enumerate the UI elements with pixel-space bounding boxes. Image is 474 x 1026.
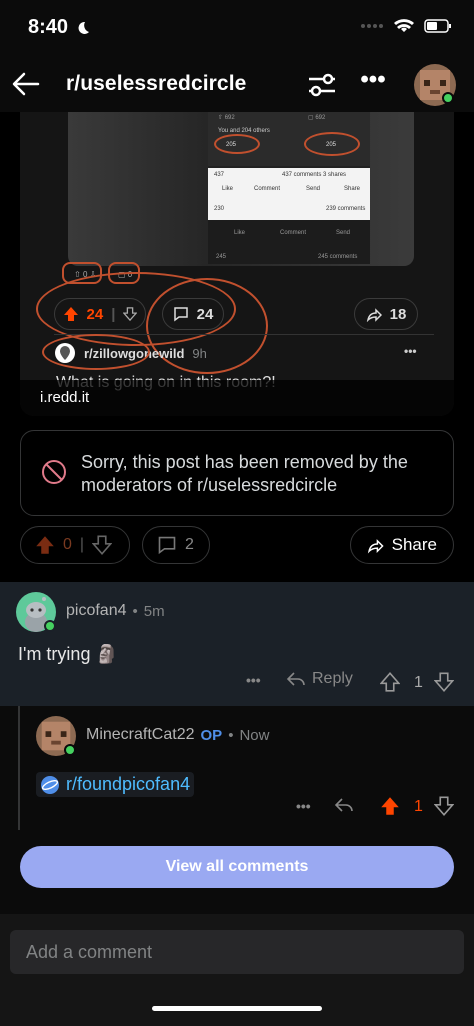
upvote-icon[interactable] bbox=[380, 672, 400, 692]
share-button[interactable]: Share bbox=[350, 526, 454, 564]
inner-comments-pill: 24 bbox=[162, 298, 224, 330]
top-bar: r/uselessredcircle ••• bbox=[0, 58, 474, 112]
op-badge: OP bbox=[200, 726, 223, 744]
embedded-screenshot: ⇧ 692 ▢ 692 You and 204 others 205 205 4… bbox=[208, 112, 370, 264]
comments-button[interactable]: 2 bbox=[142, 526, 210, 564]
upvote-icon bbox=[63, 307, 78, 321]
post-image[interactable]: ⇧ 692 ▢ 692 You and 204 others 205 205 4… bbox=[20, 112, 454, 416]
vote-pill: 0 | bbox=[20, 526, 130, 564]
planet-icon bbox=[41, 775, 59, 794]
inner-share-pill: 18 bbox=[354, 298, 418, 330]
moon-icon bbox=[78, 21, 90, 34]
online-indicator bbox=[44, 620, 56, 632]
home-indicator bbox=[152, 1006, 322, 1011]
red-circle bbox=[42, 334, 150, 370]
reply-icon[interactable] bbox=[334, 796, 354, 814]
comment-meta: MinecraftCat22 OP • Now bbox=[86, 726, 270, 744]
image-screenshot: ⇧ 692 ▢ 692 You and 204 others 205 205 4… bbox=[68, 112, 414, 266]
downvote-icon[interactable] bbox=[434, 672, 454, 692]
comment-item-reply: MinecraftCat22 OP • Now r/foundpicofan4 … bbox=[0, 706, 474, 830]
comment-more-icon[interactable]: ••• bbox=[246, 672, 261, 688]
upvote-icon[interactable] bbox=[35, 535, 55, 555]
downvote-icon[interactable] bbox=[434, 796, 454, 816]
downvote-icon[interactable] bbox=[92, 535, 113, 555]
ban-icon bbox=[42, 460, 66, 484]
red-circle bbox=[214, 134, 260, 154]
subreddit-title[interactable]: r/uselessredcircle bbox=[66, 72, 246, 96]
add-comment-input[interactable]: Add a comment bbox=[10, 930, 464, 974]
more-options-icon[interactable]: ••• bbox=[358, 68, 388, 100]
comment-meta: picofan4 • 5m bbox=[66, 602, 165, 620]
bottom-area: View all comments Add a comment bbox=[0, 830, 474, 1026]
wifi-icon bbox=[394, 19, 414, 32]
inner-more-icon: ••• bbox=[404, 344, 417, 358]
status-icons bbox=[360, 18, 452, 34]
comment-item: picofan4 • 5m I'm trying 🗿 ••• Reply 1 bbox=[0, 582, 474, 706]
status-time: 8:40 bbox=[28, 16, 90, 39]
battery-icon bbox=[424, 19, 451, 33]
inner-vote-pill: 24 | bbox=[54, 298, 146, 330]
online-indicator bbox=[442, 92, 454, 104]
comment-author[interactable]: picofan4 bbox=[66, 602, 127, 620]
status-bar: 8:40 bbox=[0, 0, 474, 58]
view-all-comments-button[interactable]: View all comments bbox=[20, 846, 454, 888]
upvote-icon[interactable] bbox=[380, 796, 400, 816]
subreddit-link[interactable]: r/foundpicofan4 bbox=[36, 772, 195, 797]
red-circle bbox=[304, 132, 360, 156]
comment-more-icon[interactable]: ••• bbox=[296, 798, 311, 814]
downvote-icon bbox=[123, 307, 138, 322]
online-indicator bbox=[64, 744, 76, 756]
share-icon bbox=[366, 308, 382, 322]
thread-line bbox=[18, 706, 20, 830]
domain-banner[interactable]: i.redd.it bbox=[20, 380, 454, 416]
reply-icon bbox=[286, 672, 305, 686]
back-arrow-icon[interactable] bbox=[10, 68, 42, 100]
share-icon bbox=[367, 539, 384, 554]
signal-dots-icon bbox=[361, 24, 383, 28]
comment-icon bbox=[173, 307, 188, 322]
comment-author[interactable]: MinecraftCat22 bbox=[86, 726, 195, 744]
removed-notice: Sorry, this post has been removed by the… bbox=[20, 430, 454, 516]
reply-button[interactable]: Reply bbox=[286, 670, 353, 688]
filter-icon[interactable] bbox=[305, 68, 339, 102]
comment-composer: Add a comment bbox=[0, 914, 474, 1026]
comment-icon bbox=[158, 536, 176, 555]
comment-body: I'm trying 🗿 bbox=[18, 644, 118, 664]
